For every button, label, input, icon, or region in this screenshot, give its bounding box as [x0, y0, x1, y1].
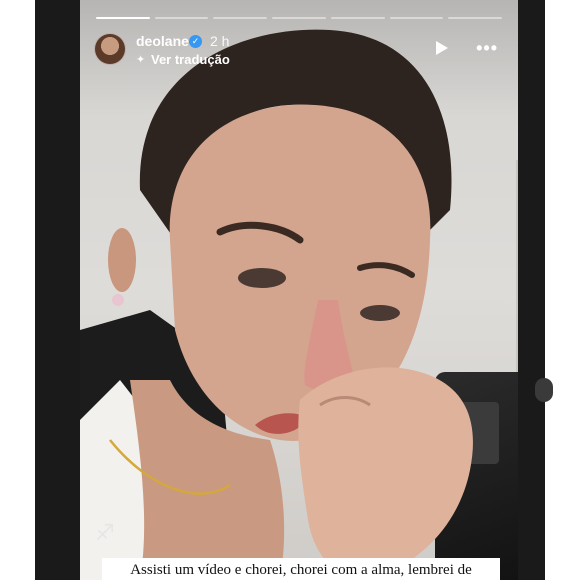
progress-segment: [96, 17, 150, 19]
story-header: deolane ✓ 2 h ✦ Ver tradução •••: [94, 31, 502, 67]
next-story-handle[interactable]: [535, 378, 553, 402]
avatar[interactable]: [94, 33, 126, 65]
svg-text:♐: ♐: [95, 521, 115, 546]
right-dark-margin: [518, 0, 545, 580]
translate-link[interactable]: Ver tradução: [151, 52, 230, 67]
progress-segment: [330, 17, 385, 19]
story-caption: Assisti um vídeo e chorei, chorei com a …: [102, 558, 500, 580]
timestamp: 2 h: [210, 33, 230, 49]
left-dark-margin: [35, 0, 80, 580]
story-progress-bar: [96, 17, 503, 19]
play-icon[interactable]: [436, 41, 448, 55]
translate-icon: ✦: [136, 54, 146, 66]
verified-badge-icon: ✓: [189, 35, 202, 48]
more-options-icon[interactable]: •••: [476, 39, 498, 57]
progress-segment: [154, 17, 209, 19]
progress-segment: [448, 17, 503, 19]
story-photo: ♐: [80, 29, 473, 580]
progress-segment: [389, 17, 444, 19]
progress-segment: [213, 17, 268, 19]
progress-segment: [272, 17, 326, 19]
story-viewer[interactable]: ♐ deolane ✓ 2 h ✦ Ver tradução ••• Assis…: [80, 0, 518, 580]
username[interactable]: deolane: [136, 33, 189, 49]
